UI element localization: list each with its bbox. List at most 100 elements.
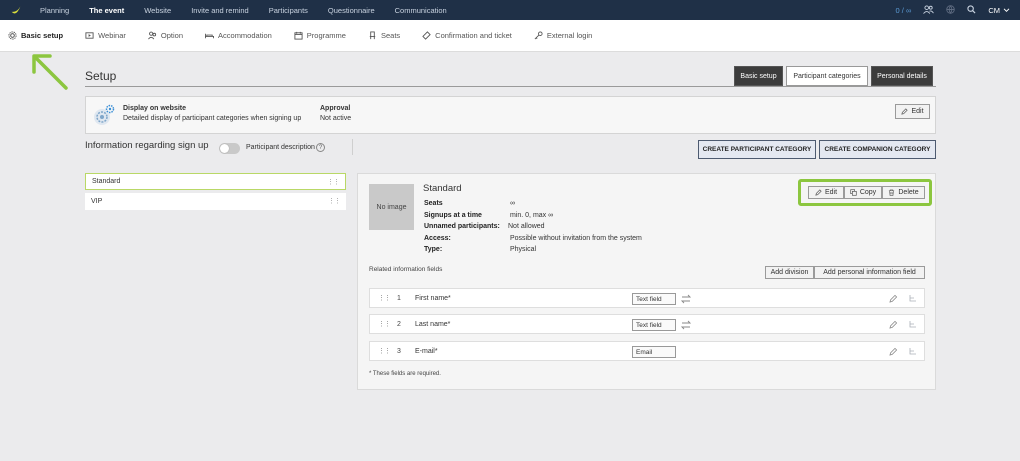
approval-value: Not active — [320, 115, 352, 122]
category-detail-panel: No image Standard Seats ∞ Signups at a t… — [357, 173, 936, 390]
chevron-down-icon — [1003, 7, 1010, 12]
settings-gear-icon — [94, 104, 115, 125]
add-personal-information-field-button[interactable]: Add personal information field — [814, 266, 925, 279]
toggle-knob — [220, 144, 229, 153]
category-image-placeholder[interactable]: No image — [369, 184, 414, 230]
hierarchy-icon[interactable] — [908, 347, 917, 356]
subnav-item-external-login[interactable]: External login — [534, 31, 592, 40]
subnav-label: Seats — [380, 31, 401, 40]
user-initials: CM — [988, 5, 1000, 15]
property-value-signups: min. 0, max ∞ — [510, 212, 554, 219]
add-division-button[interactable]: Add division — [765, 266, 814, 279]
required-fields-note: * These fields are required. — [369, 371, 441, 377]
drag-handle-icon[interactable]: ⋮⋮ — [378, 294, 391, 302]
page-title: Setup — [85, 69, 117, 83]
app-logo-icon[interactable] — [8, 2, 24, 18]
participant-description-toggle[interactable] — [219, 143, 240, 154]
subnav-item-option[interactable]: Option — [147, 31, 184, 40]
users-icon[interactable] — [923, 4, 935, 16]
topnav-item-website[interactable]: Website — [144, 6, 171, 15]
website-display-info-box: Display on website Detailed display of p… — [85, 96, 936, 134]
gear-icon — [8, 31, 17, 40]
approval-label: Approval — [320, 105, 351, 112]
tab-personal-details[interactable]: Personal details — [871, 66, 933, 86]
topnav-item-questionnaire[interactable]: Questionnaire — [328, 6, 375, 15]
tab-basic-setup[interactable]: Basic setup — [734, 66, 783, 86]
topnav-item-participants[interactable]: Participants — [269, 6, 308, 15]
drag-handle-icon[interactable]: ⋮⋮ — [327, 178, 340, 186]
field-type-badge: Text field — [632, 293, 676, 305]
swap-arrows-icon[interactable] — [680, 319, 692, 331]
people-icon — [147, 31, 157, 40]
display-on-website-value: Detailed display of participant categori… — [123, 115, 302, 122]
subnav-item-basic-setup[interactable]: Basic setup — [8, 31, 63, 40]
subnav-item-webinar[interactable]: Webinar — [85, 31, 126, 40]
participant-description-label: Participant description — [246, 144, 315, 151]
field-name: First name* — [415, 295, 451, 302]
top-navigation-bar: Planning The event Website Invite and re… — [0, 0, 1020, 20]
delete-label: Delete — [898, 189, 919, 196]
key-icon — [534, 31, 543, 40]
create-participant-category-button[interactable]: CREATE PARTICIPANT CATEGORY — [698, 140, 816, 159]
category-item-vip[interactable]: VIP ⋮⋮ — [85, 193, 346, 210]
pencil-icon — [901, 108, 909, 115]
display-on-website-label: Display on website — [123, 105, 187, 112]
hierarchy-icon[interactable] — [908, 294, 917, 303]
subnav-label: External login — [546, 31, 593, 40]
drag-handle-icon[interactable]: ⋮⋮ — [378, 347, 391, 355]
topnav-item-the-event[interactable]: The event — [89, 6, 124, 15]
category-detail-title: Standard — [423, 183, 462, 194]
property-key-type: Type: — [424, 246, 443, 253]
edit-pencil-icon[interactable] — [889, 347, 898, 356]
property-key-access: Access: — [424, 235, 451, 242]
copy-icon — [850, 189, 857, 196]
pencil-icon — [815, 189, 822, 196]
subnav-label: Basic setup — [21, 31, 64, 40]
edit-pencil-icon[interactable] — [889, 294, 898, 303]
bed-icon — [205, 33, 215, 39]
subnav-item-confirmation-and-ticket[interactable]: Confirmation and ticket — [422, 31, 512, 40]
subnav-label: Option — [160, 31, 184, 40]
hierarchy-icon[interactable] — [908, 320, 917, 329]
category-edit-button[interactable]: Edit — [808, 186, 844, 199]
category-delete-button[interactable]: Delete — [882, 186, 925, 199]
user-menu[interactable]: CM — [988, 6, 1010, 15]
property-value-type: Physical — [510, 246, 537, 253]
edit-label: Edit — [911, 108, 924, 115]
edit-pencil-icon[interactable] — [889, 320, 898, 329]
infobox-edit-button[interactable]: Edit — [895, 104, 930, 119]
create-companion-category-button[interactable]: CREATE COMPANION CATEGORY — [819, 140, 936, 159]
drag-handle-icon[interactable]: ⋮⋮ — [378, 320, 391, 328]
property-key-unnamed: Unnamed participants: — [424, 223, 500, 230]
subnav-label: Programme — [306, 31, 346, 40]
globe-icon[interactable] — [946, 4, 956, 16]
trash-icon — [889, 189, 895, 196]
signup-information-heading: Information regarding sign up — [85, 140, 209, 151]
help-icon[interactable]: ? — [316, 143, 325, 152]
topnav-item-communication[interactable]: Communication — [395, 6, 447, 15]
table-row: ⋮⋮ 1 First name* Text field — [369, 288, 925, 308]
subnav-item-programme[interactable]: Programme — [294, 31, 346, 40]
category-copy-button[interactable]: Copy — [844, 186, 882, 199]
drag-handle-icon[interactable]: ⋮⋮ — [328, 197, 341, 205]
topnav-item-invite-and-remind[interactable]: Invite and remind — [191, 6, 249, 15]
ticket-icon — [422, 31, 431, 40]
table-row: ⋮⋮ 3 E-mail* Email — [369, 341, 925, 361]
tab-participant-categories[interactable]: Participant categories — [786, 66, 868, 86]
field-name: E-mail* — [415, 348, 438, 355]
subnav-item-accommodation[interactable]: Accommodation — [205, 31, 272, 40]
search-icon[interactable] — [967, 4, 976, 16]
participant-count: 0 / ∞ — [895, 5, 912, 15]
table-row: ⋮⋮ 2 Last name* Text field — [369, 314, 925, 334]
seat-icon — [369, 31, 376, 40]
title-divider — [85, 86, 936, 87]
video-icon — [85, 32, 94, 39]
subnav-item-seats[interactable]: Seats — [368, 31, 400, 40]
category-item-standard[interactable]: Standard ⋮⋮ — [85, 173, 346, 190]
sub-navigation-bar: Basic setup Webinar Option Accommodation… — [0, 20, 1020, 52]
topnav-item-planning[interactable]: Planning — [40, 6, 69, 15]
category-name: Standard — [92, 178, 121, 185]
field-number: 1 — [397, 295, 401, 302]
subnav-label: Accommodation — [218, 31, 272, 40]
swap-arrows-icon[interactable] — [680, 293, 692, 305]
